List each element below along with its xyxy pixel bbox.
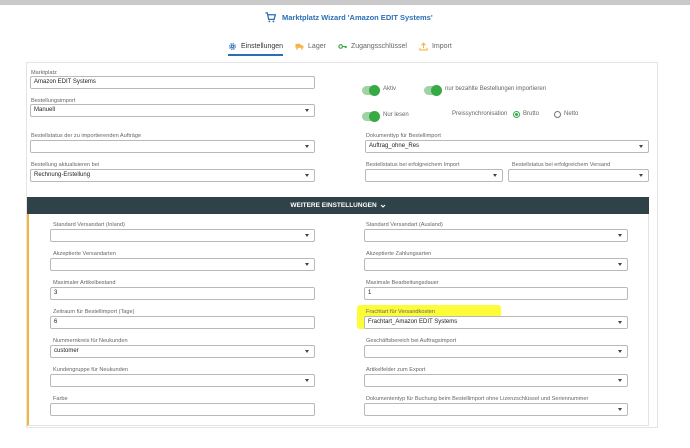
aktiv-toggle[interactable] [362,85,380,96]
status-erfolg-versand-select[interactable] [508,169,649,182]
chevron-down-icon [639,174,643,177]
zeitraum-bestellimport-input[interactable]: 6 [50,316,315,329]
nur-bezahlte-label: nur bezahlte Bestellungen importieren [445,86,547,92]
standard-versandart-ausland-select[interactable] [364,229,628,242]
select-value: Auftrag_ohne_Res [369,143,420,149]
top-bar [0,0,690,5]
standard-versandart-inland-select[interactable] [50,229,315,242]
field-label: Frachtart für Versandkosten [366,309,436,315]
bestellstatus-import-select[interactable] [30,140,315,153]
more-settings-button[interactable]: WEITERE EINSTELLUNGEN [27,197,649,214]
field-label: Standard Versandart (Inland) [53,222,125,228]
bestellstatus-import-label: Bestellstatus der zu importierenden Auft… [31,133,142,139]
geschaeftsbereich-select[interactable] [364,345,628,358]
select-value: customer [54,348,79,354]
bestellung-aktualisieren-label: Bestellung aktualisieren bei [31,162,100,168]
chevron-down-icon [305,145,309,148]
nummernkreis-select[interactable]: customer [50,345,315,358]
nur-bezahlte-toggle[interactable] [424,85,442,96]
chevron-down-icon [493,174,497,177]
tab-label: Import [431,43,452,50]
field-label: Zeitraum für Bestellimport (Tage) [53,309,135,315]
field-label: Dokumententyp für Buchung beim Bestellim… [366,396,589,402]
tab-bar: Einstellungen Lager Zugangsschlüssel Imp… [228,40,452,56]
chevron-down-icon [618,234,622,237]
chevron-down-icon [305,234,309,237]
frachtart-select[interactable]: Frachtart_Amazon EDIT Systems [364,316,628,329]
farbe-input[interactable] [50,403,315,416]
max-bearbeitungsdauer-input[interactable]: 1 [364,287,628,300]
netto-radio[interactable] [554,111,561,118]
chevron-down-icon [380,204,386,208]
field-label: Geschäftsbereich bei Auftragsimport [366,338,457,344]
chevron-down-icon [618,379,622,382]
artikelfelder-export-select[interactable] [364,374,628,387]
status-erfolg-import-label: Bestellstatus bei erfolgreichem Import [366,162,460,168]
marktplatz-field[interactable]: Amazon EDIT Systems [30,76,315,89]
shopping-cart-icon [265,11,276,22]
dokumenttyp-select[interactable]: Auftrag_ohne_Res [365,140,649,153]
dokumententyp-buchung-select[interactable] [364,403,628,416]
chevron-down-icon [305,350,309,353]
akzeptierte-versandarten-select[interactable] [50,258,315,271]
chevron-down-icon [618,408,622,411]
field-label: Akzeptierte Zahlungsarten [366,251,432,257]
tab-label: Einstellungen [241,42,284,50]
bestellungsimport-select[interactable]: Manuell [30,104,315,117]
kundengruppe-select[interactable] [50,374,315,387]
field-label: Akzeptierte Versandarten [53,251,116,257]
chevron-down-icon [618,263,622,266]
select-value: Frachtart_Amazon EDIT Systems [368,319,458,325]
max-artikelbestand-input[interactable]: 3 [50,287,315,300]
akzeptierte-zahlungsarten-select[interactable] [364,258,628,271]
tab-label: Lager [308,43,326,50]
nur-lesen-label: Nur lesen [383,112,409,118]
netto-label: Netto [564,111,579,117]
select-value: Manuell [34,107,56,113]
field-label: Maximaler Artikelbestand [53,280,116,286]
gear-icon [228,42,237,50]
key-icon [338,44,347,49]
field-label: Standard Versandart (Ausland) [366,222,443,228]
status-erfolg-versand-label: Bestellstatus bei erfolgreichem Versand [512,162,611,168]
chevron-down-icon [305,174,309,177]
tab-label: Zugangsschlüssel [350,43,407,50]
field-label: Maximale Bearbeitungsdauer [366,280,439,286]
tab-import[interactable]: Import [419,40,452,53]
page-header: Marktplatz Wizard 'Amazon EDIT Systems' [265,9,433,25]
field-label: Nummernkreis für Neukunden [53,338,128,344]
tab-lager[interactable]: Lager [295,40,326,53]
preissync-label: Preissynchronisation [452,111,508,117]
chevron-down-icon [618,350,622,353]
bestellung-aktualisieren-select[interactable]: Rechnung-Erstellung [30,169,315,182]
field-label: Artikelfelder zum Export [366,367,426,373]
tab-zugangsschluessel[interactable]: Zugangsschlüssel [338,40,407,53]
chevron-down-icon [305,109,309,112]
tab-einstellungen[interactable]: Einstellungen [228,40,284,56]
aktiv-label: Aktiv [383,86,397,92]
chevron-down-icon [618,321,622,324]
page-title: Marktplatz Wizard 'Amazon EDIT Systems' [282,12,433,22]
truck-icon [295,43,304,50]
select-value: Rechnung-Erstellung [34,172,91,178]
brutto-radio[interactable] [513,111,520,118]
status-erfolg-import-select[interactable] [365,169,503,182]
chevron-down-icon [305,263,309,266]
more-settings-label: WEITERE EINSTELLUNGEN [290,202,377,209]
chevron-down-icon [639,145,643,148]
field-label: Farbe [53,396,68,402]
dokumenttyp-label: Dokumenttyp für Bestellimport [366,133,441,139]
upload-icon [419,42,428,51]
brutto-label: Brutto [523,111,540,117]
nur-lesen-toggle[interactable] [362,111,380,122]
chevron-down-icon [305,379,309,382]
field-label: Kundengruppe für Neukunden [53,367,128,373]
